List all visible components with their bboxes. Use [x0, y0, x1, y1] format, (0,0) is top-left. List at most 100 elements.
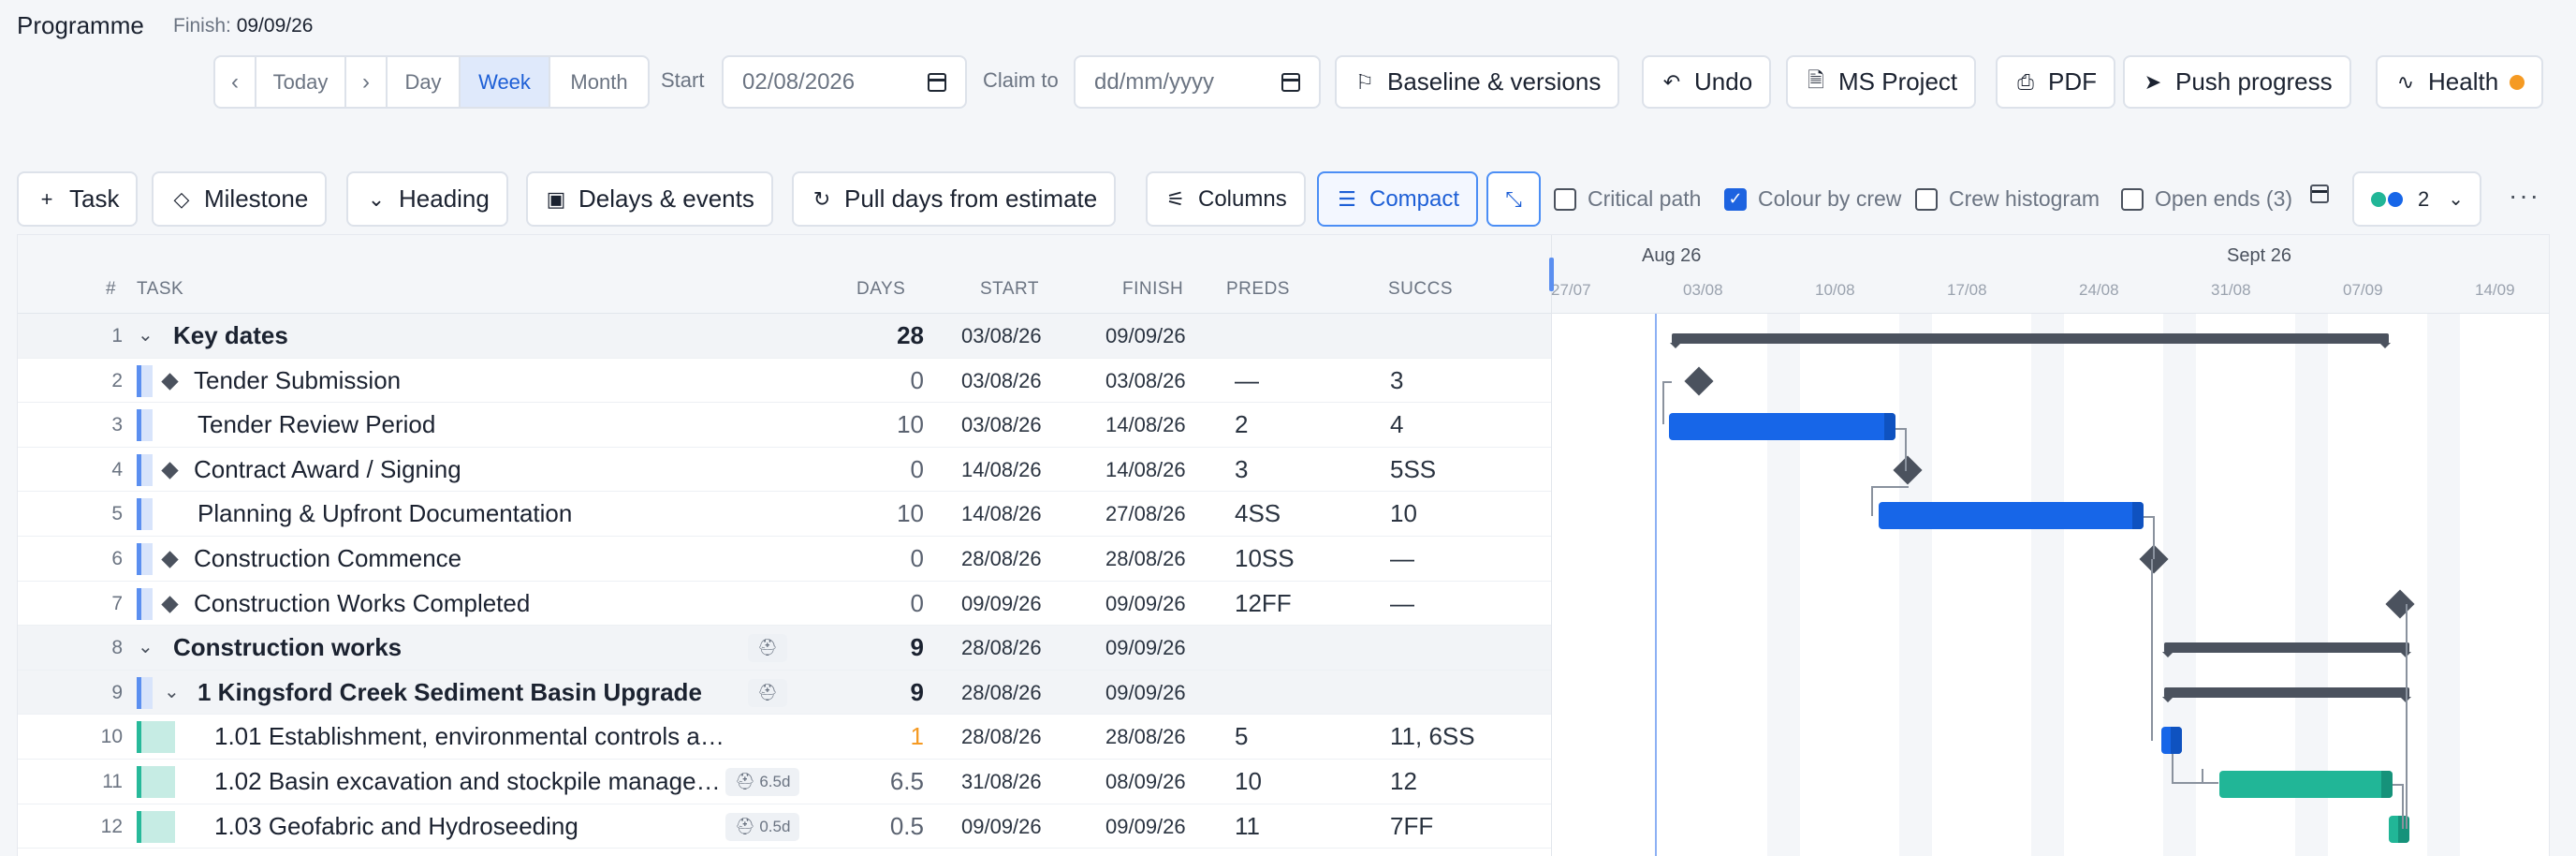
task-days[interactable]: 9: [842, 626, 924, 670]
table-row[interactable]: 6 Construction Commence 0 28/08/26 28/08/26 1…: [18, 537, 1551, 582]
task-finish[interactable]: 28/08/26: [1105, 715, 1186, 759]
critical-path-checkbox[interactable]: [1554, 187, 1576, 211]
add-task-button[interactable]: + Task: [17, 171, 139, 227]
task-succs[interactable]: 12: [1390, 760, 1417, 804]
view-day-tab[interactable]: Day: [388, 57, 461, 107]
task-succs[interactable]: —: [1390, 537, 1414, 581]
add-milestone-button[interactable]: ◇ Milestone: [152, 171, 328, 227]
task-name[interactable]: Construction Commence: [194, 537, 793, 581]
task-succs[interactable]: 5SS: [1390, 448, 1436, 492]
colour-by-crew-checkbox[interactable]: ✓: [1724, 187, 1747, 211]
task-name[interactable]: Contract Award / Signing: [194, 448, 793, 492]
task-succs[interactable]: 10: [1390, 492, 1417, 536]
col-succs[interactable]: SUCCS: [1388, 279, 1453, 300]
task-days[interactable]: 0: [842, 582, 924, 626]
task-name[interactable]: 1.03 Geofabric and Hydroseeding: [214, 804, 739, 849]
task-start[interactable]: 03/08/26: [961, 359, 1042, 403]
task-finish[interactable]: 09/09/26: [1105, 626, 1186, 670]
task-days[interactable]: 28: [842, 314, 924, 358]
table-row[interactable]: 3 Tender Review Period 10 03/08/26 14/08/26 2…: [18, 403, 1551, 448]
task-start[interactable]: 28/08/26: [961, 537, 1042, 581]
view-week-tab[interactable]: Week: [461, 57, 550, 107]
task-succs[interactable]: 3: [1390, 359, 1403, 403]
task-bar-establishment[interactable]: [2161, 727, 2182, 754]
col-task[interactable]: TASK: [137, 279, 183, 300]
task-preds[interactable]: 11: [1235, 804, 1260, 849]
task-start[interactable]: 14/08/26: [961, 448, 1042, 492]
task-days[interactable]: 10: [842, 492, 924, 536]
task-preds[interactable]: 2: [1235, 403, 1248, 447]
ms-project-button[interactable]: 🗎 MS Project: [1786, 55, 1977, 109]
delays-events-button[interactable]: ▣ Delays & events: [526, 171, 773, 227]
task-name[interactable]: 1 Kingsford Creek Sediment Basin Upgrade: [198, 671, 739, 715]
compact-toggle-button[interactable]: ☰ Compact: [1317, 171, 1479, 227]
chevron-down-icon[interactable]: ⌄: [138, 314, 154, 358]
task-succs[interactable]: —: [1390, 582, 1414, 626]
table-row[interactable]: 8 ⌄ Construction works ⛑ 9 28/08/26 09/09/26: [18, 626, 1551, 671]
task-preds[interactable]: 4SS: [1235, 492, 1281, 536]
task-finish[interactable]: 03/08/26: [1105, 359, 1186, 403]
task-finish[interactable]: 28/08/26: [1105, 537, 1186, 581]
task-start[interactable]: 09/09/26: [961, 804, 1042, 849]
task-finish[interactable]: 14/08/26: [1105, 448, 1186, 492]
task-days[interactable]: 0.5: [842, 804, 924, 849]
task-bar-basin-excavation[interactable]: [2219, 771, 2393, 798]
critical-path-toggle[interactable]: Critical path: [1554, 186, 1701, 212]
task-name[interactable]: Planning & Upfront Documentation: [198, 492, 797, 536]
task-preds[interactable]: 3: [1235, 448, 1248, 492]
undo-button[interactable]: ↶ Undo: [1642, 55, 1772, 109]
table-row[interactable]: 11 1.02 Basin excavation and stockpile ma…: [18, 760, 1551, 804]
task-name[interactable]: Construction Works Completed: [194, 582, 793, 626]
table-row[interactable]: 5 Planning & Upfront Documentation 10 14/08…: [18, 492, 1551, 537]
task-preds[interactable]: 5: [1235, 715, 1248, 759]
task-days[interactable]: 10: [842, 403, 924, 447]
task-succs[interactable]: 4: [1390, 403, 1403, 447]
task-bar-planning[interactable]: [1879, 502, 2144, 529]
timeline-scroll-handle[interactable]: [1549, 258, 1554, 291]
task-preds[interactable]: 12FF: [1235, 582, 1292, 626]
col-preds[interactable]: PREDS: [1226, 279, 1290, 300]
task-name[interactable]: 1.02 Basin excavation and stockpile mana…: [214, 760, 739, 804]
task-start[interactable]: 03/08/26: [961, 403, 1042, 447]
today-button[interactable]: Today: [256, 57, 346, 107]
add-heading-button[interactable]: ⌄ Heading: [346, 171, 508, 227]
calendar-icon[interactable]: [1281, 72, 1300, 92]
task-succs[interactable]: 11, 6SS: [1390, 715, 1475, 759]
baseline-versions-button[interactable]: ⚐ Baseline & versions: [1335, 55, 1620, 109]
task-start[interactable]: 28/08/26: [961, 671, 1042, 715]
task-finish[interactable]: 27/08/26: [1105, 492, 1186, 536]
task-start[interactable]: 28/08/26: [961, 715, 1042, 759]
task-days[interactable]: 0: [842, 537, 924, 581]
crew-chip[interactable]: ⛑ 6.5d: [725, 768, 800, 796]
task-finish[interactable]: 09/09/26: [1105, 314, 1186, 358]
push-progress-button[interactable]: ➤ Push progress: [2123, 55, 2351, 109]
col-finish[interactable]: FINISH: [1122, 279, 1183, 300]
task-days[interactable]: 0: [842, 359, 924, 403]
crew-histogram-toggle[interactable]: Crew histogram: [1915, 186, 2100, 212]
task-finish[interactable]: 09/09/26: [1105, 582, 1186, 626]
task-finish[interactable]: 09/09/26: [1105, 804, 1186, 849]
crew-icon[interactable]: ⛑: [748, 678, 787, 707]
table-row[interactable]: 12 1.03 Geofabric and Hydroseeding ⛑ 0.5d 0…: [18, 804, 1551, 849]
task-bar-tender-review[interactable]: [1669, 413, 1895, 440]
open-ends-checkbox[interactable]: [2121, 187, 2144, 211]
crew-filter-dropdown[interactable]: 2 ⌄: [2352, 171, 2481, 227]
collapse-button[interactable]: ⤡: [1486, 171, 1541, 227]
table-row[interactable]: 1 ⌄ Key dates 28 03/08/26 09/09/26: [18, 314, 1551, 359]
task-start[interactable]: 03/08/26: [961, 314, 1042, 358]
crew-icon[interactable]: ⛑: [748, 634, 787, 663]
task-name[interactable]: 1.01 Establishment, environmental contro…: [214, 715, 724, 759]
task-name[interactable]: Tender Submission: [194, 359, 793, 403]
task-finish[interactable]: 09/09/26: [1105, 671, 1186, 715]
table-row[interactable]: 9 ⌄ 1 Kingsford Creek Sediment Basin Upgra…: [18, 670, 1551, 716]
task-start[interactable]: 28/08/26: [961, 626, 1042, 670]
task-succs[interactable]: 7FF: [1390, 804, 1433, 849]
table-row[interactable]: 2 Tender Submission 0 03/08/26 03/08/26 — 3: [18, 359, 1551, 404]
task-start[interactable]: 14/08/26: [961, 492, 1042, 536]
chevron-down-icon[interactable]: ⌄: [164, 671, 180, 715]
health-button[interactable]: ∿ Health: [2376, 55, 2544, 109]
milestone-tender-submission[interactable]: [1684, 366, 1714, 396]
view-month-tab[interactable]: Month: [550, 57, 648, 107]
task-finish[interactable]: 14/08/26: [1105, 403, 1186, 447]
task-days[interactable]: 0: [842, 448, 924, 492]
